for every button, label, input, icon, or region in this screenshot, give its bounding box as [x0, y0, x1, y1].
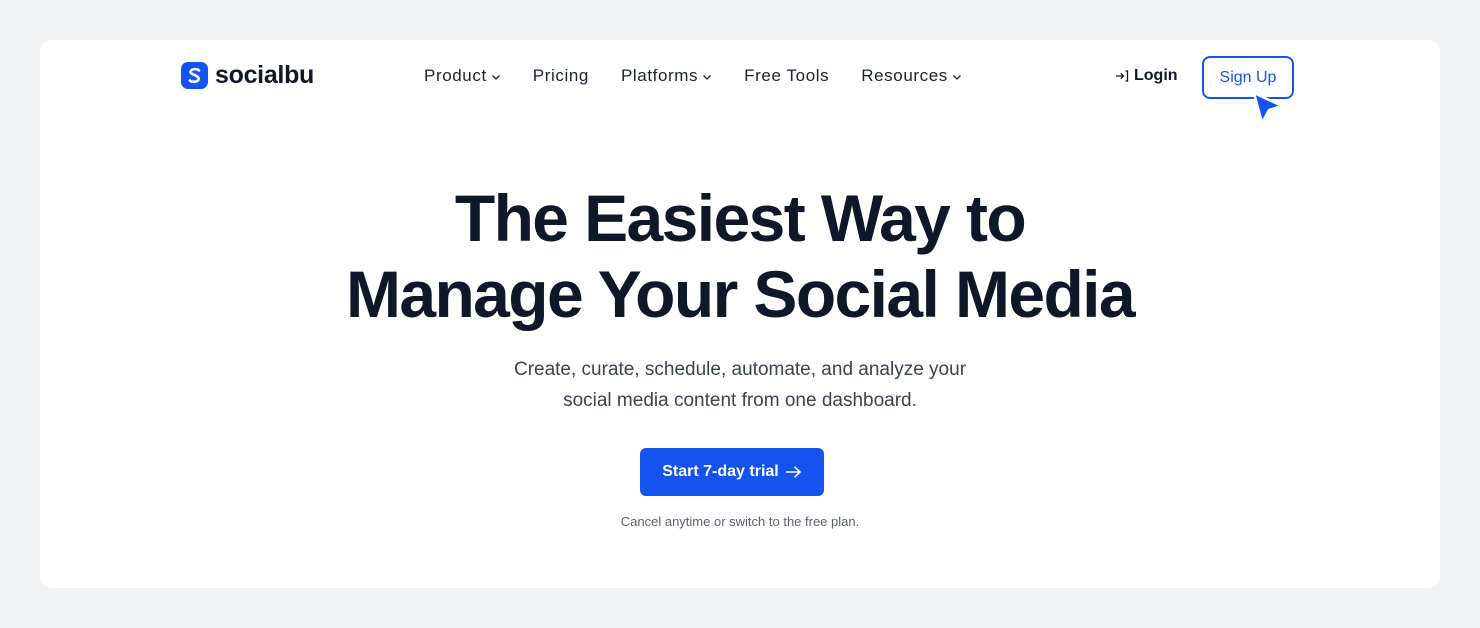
start-trial-button[interactable]: Start 7-day trial — [640, 448, 824, 496]
nav-item-platforms[interactable]: Platforms — [621, 66, 712, 86]
chevron-down-icon — [952, 75, 961, 80]
hero-subtitle-line: social media content from one dashboard. — [563, 390, 917, 411]
chevron-down-icon — [703, 75, 712, 80]
brand-name: socialbu — [215, 61, 315, 89]
brand-logo[interactable]: socialbu — [180, 61, 314, 90]
nav-item-label: Platforms — [620, 66, 699, 85]
start-trial-label: Start 7-day trial — [662, 463, 779, 480]
main-nav: Product Pricing Platforms Free Tools Res… — [424, 66, 994, 86]
nav-item-label: Resources — [861, 66, 948, 85]
chevron-down-icon — [491, 75, 500, 80]
nav-item-label: Product — [424, 66, 487, 85]
hero-title: The Easiest Way to Manage Your Social Me… — [40, 180, 1440, 332]
login-arrow-icon — [1116, 70, 1129, 82]
nav-item-free-tools[interactable]: Free Tools — [744, 66, 829, 86]
page-card: socialbu Product Pricing Platforms Free … — [40, 40, 1440, 588]
nav-item-label: Free Tools — [744, 66, 830, 85]
hero-subtitle: Create, curate, schedule, automate, and … — [40, 354, 1440, 416]
login-link[interactable]: Login — [1115, 67, 1178, 85]
trial-note: Cancel anytime or switch to the free pla… — [620, 514, 860, 529]
nav-item-product[interactable]: Product — [424, 66, 501, 86]
hero-title-line: The Easiest Way to — [454, 181, 1027, 255]
nav-item-label: Pricing — [532, 66, 589, 85]
hero-title-line: Manage Your Social Media — [345, 257, 1136, 331]
hero-subtitle-line: Create, curate, schedule, automate, and … — [513, 359, 967, 380]
arrow-right-icon — [785, 466, 801, 478]
socialbu-logo-icon — [181, 62, 208, 89]
sign-up-label: Sign Up — [1219, 68, 1277, 86]
mouse-pointer-icon — [1252, 91, 1284, 125]
nav-item-resources[interactable]: Resources — [861, 66, 962, 86]
nav-item-pricing[interactable]: Pricing — [533, 66, 589, 86]
login-label: Login — [1134, 67, 1178, 84]
